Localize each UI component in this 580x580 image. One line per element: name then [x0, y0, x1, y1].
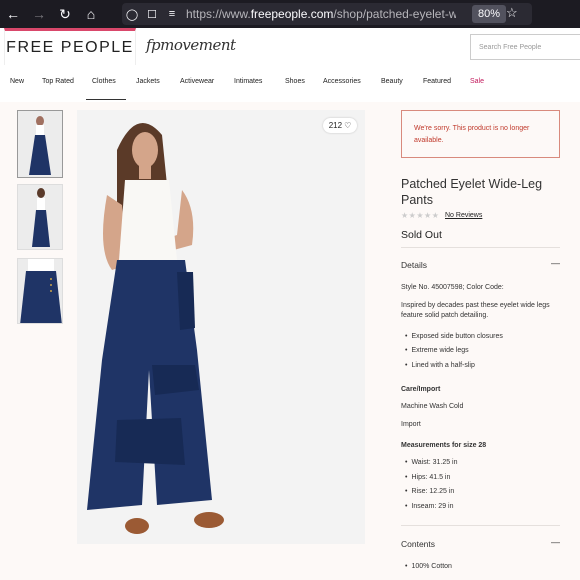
nav-item-featured[interactable]: Featured: [423, 78, 451, 85]
home-icon[interactable]: ⌂: [78, 0, 104, 28]
feature-item: Extreme wide legs: [405, 347, 468, 354]
reload-icon[interactable]: ↻: [52, 0, 78, 28]
back-icon[interactable]: ←: [0, 0, 26, 28]
shield-icon[interactable]: ◯: [122, 8, 142, 21]
style-number: Style No. 45007598; Color Code:: [401, 284, 504, 291]
details-heading[interactable]: Details: [401, 260, 427, 270]
active-nav-underline: [86, 99, 126, 100]
measurement-item: Inseam: 29 in: [405, 503, 453, 510]
nav-item-accessories[interactable]: Accessories: [323, 78, 361, 85]
divider: [401, 247, 560, 248]
divider: [401, 525, 560, 526]
bookmark-star-icon[interactable]: ☆: [506, 5, 518, 21]
lock-icon[interactable]: ☐: [142, 8, 162, 21]
nav-item-jackets[interactable]: Jackets: [136, 78, 160, 85]
measurement-item: Waist: 31.25 in: [405, 459, 457, 466]
contents-item: 100% Cotton: [405, 563, 451, 570]
nav-item-intimates[interactable]: Intimates: [234, 78, 262, 85]
like-count: 212: [328, 121, 343, 130]
like-badge[interactable]: 212 ♡: [323, 118, 357, 133]
category-nav: New Top Rated Clothes Jackets Activewear…: [0, 72, 580, 102]
zoom-indicator[interactable]: 80%: [472, 5, 507, 23]
nav-item-new[interactable]: New: [10, 78, 24, 85]
measurements-heading: Measurements for size 28: [401, 442, 487, 449]
nav-item-top-rated[interactable]: Top Rated: [42, 78, 74, 85]
nav-item-activewear[interactable]: Activewear: [180, 78, 214, 85]
measurement-item: Rise: 12.25 in: [405, 488, 454, 495]
heart-icon: ♡: [344, 121, 352, 130]
stock-status: Sold Out: [401, 229, 442, 241]
free-people-logo-tab[interactable]: FREE PEOPLE: [4, 28, 136, 65]
address-bar[interactable]: ◯ ☐ ≡ https://www.freepeople.com/shop/pa…: [122, 3, 532, 25]
unavailable-alert: We're sorry. This product is no longer a…: [401, 110, 560, 158]
forward-icon[interactable]: →: [26, 0, 52, 28]
care-instructions: Machine Wash Cold: [401, 403, 464, 410]
feature-item: Lined with a half-slip: [405, 362, 474, 369]
care-heading: Care/Import: [401, 386, 441, 393]
thumbnail-2[interactable]: [17, 184, 63, 250]
search-input[interactable]: Search Free People: [470, 34, 580, 60]
product-description: Inspired by decades past these eyelet wi…: [401, 302, 550, 319]
browser-toolbar: ← → ↻ ⌂ ◯ ☐ ≡ https://www.freepeople.com…: [0, 0, 580, 28]
collapse-contents-icon[interactable]: —: [551, 537, 560, 547]
contents-heading[interactable]: Contents: [401, 539, 435, 549]
reviews-link[interactable]: No Reviews: [445, 212, 482, 219]
product-main-image[interactable]: [77, 110, 365, 544]
fp-movement-logo[interactable]: fpmovement: [146, 36, 236, 54]
nav-item-shoes[interactable]: Shoes: [285, 78, 305, 85]
rating-stars-icon: ★★★★★: [401, 211, 440, 220]
thumbnail-1[interactable]: [17, 110, 63, 178]
url-text[interactable]: https://www.freepeople.com/shop/patched-…: [186, 7, 456, 21]
permissions-icon[interactable]: ≡: [162, 8, 182, 20]
collapse-details-icon[interactable]: —: [551, 258, 560, 268]
thumbnail-3[interactable]: [17, 258, 63, 324]
feature-item: Exposed side button closures: [405, 333, 502, 340]
nav-item-clothes[interactable]: Clothes: [92, 78, 116, 85]
import-info: Import: [401, 421, 421, 428]
free-people-logo: FREE PEOPLE: [6, 39, 134, 56]
nav-item-sale[interactable]: Sale: [470, 78, 484, 85]
product-title: Patched Eyelet Wide-Leg Pants: [401, 177, 543, 207]
nav-item-beauty[interactable]: Beauty: [381, 78, 403, 85]
measurement-item: Hips: 41.5 in: [405, 474, 450, 481]
site-header: FREE PEOPLE fpmovement Search Free Peopl…: [0, 28, 580, 66]
